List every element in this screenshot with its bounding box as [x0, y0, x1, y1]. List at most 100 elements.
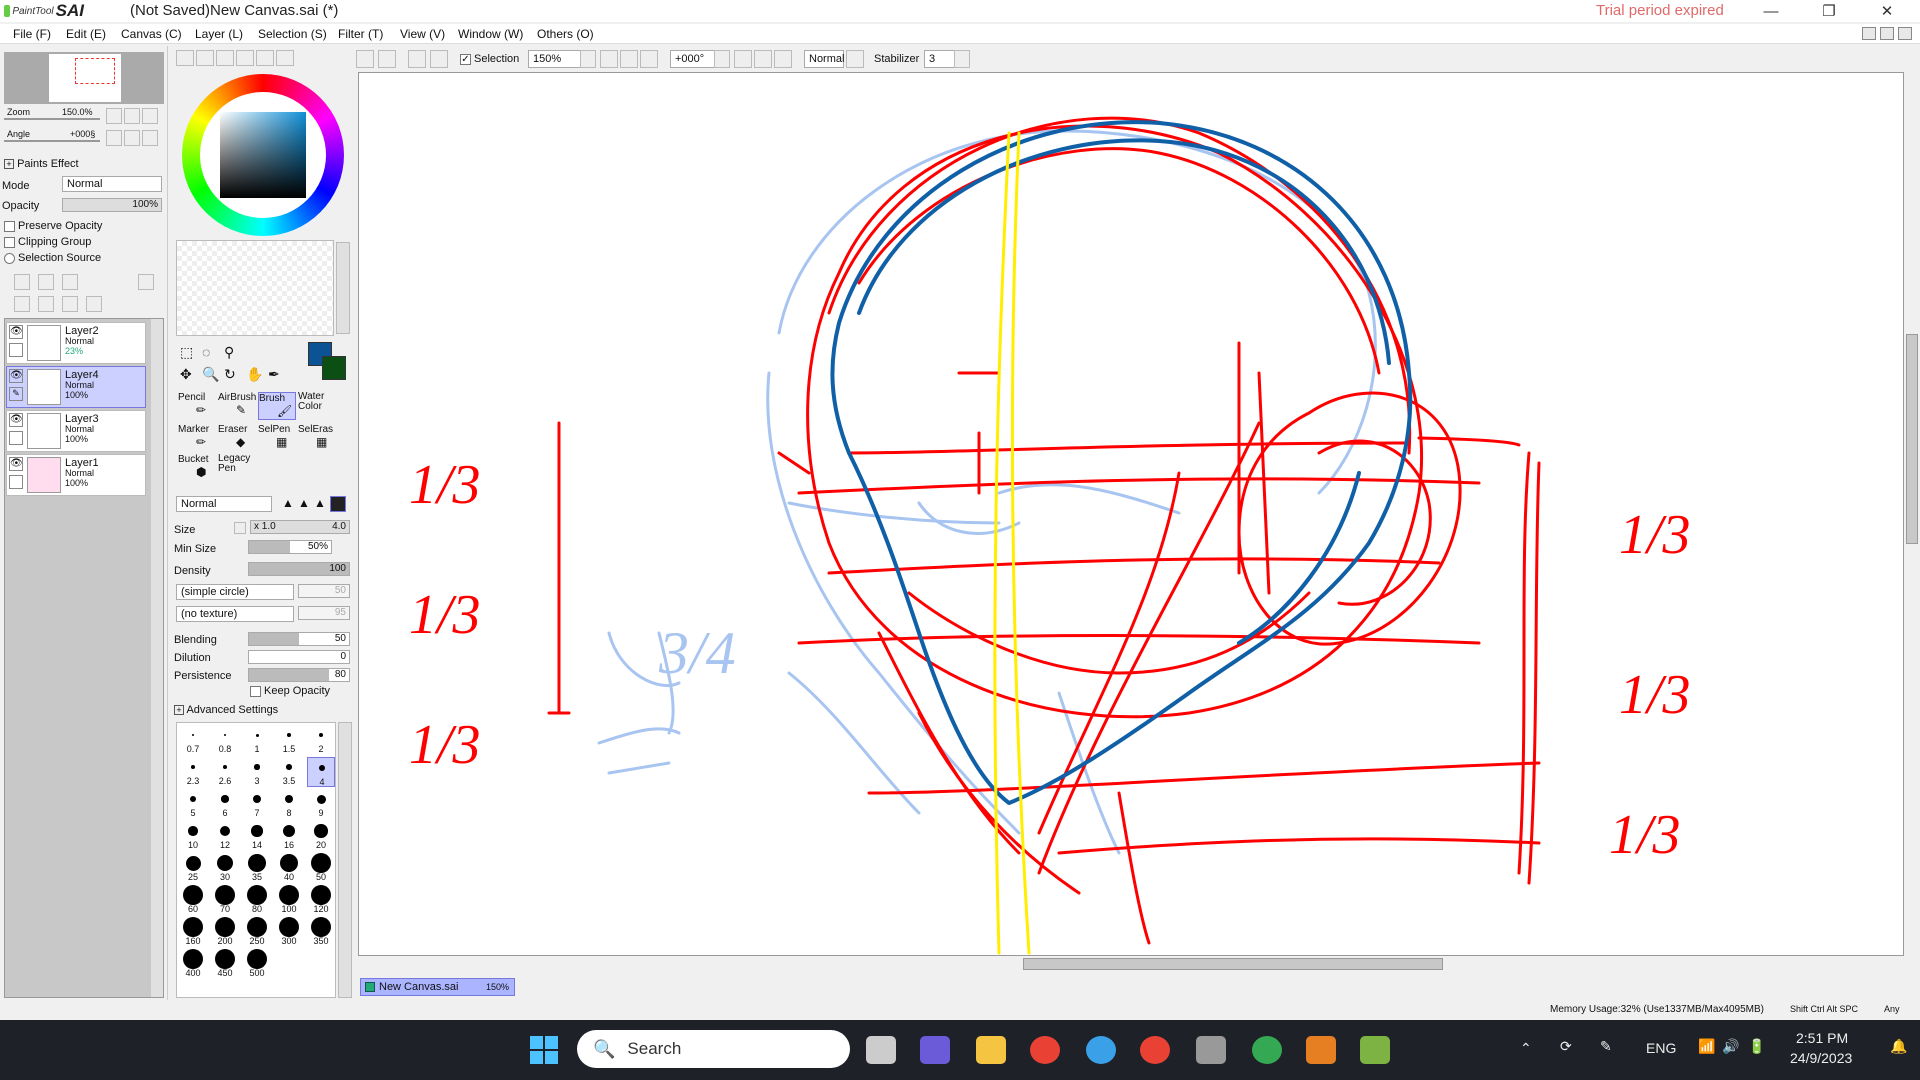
nav-rotate-left-button[interactable]	[106, 130, 122, 146]
view-mode-field[interactable]: Normal	[804, 50, 844, 68]
mixer-tab[interactable]	[236, 50, 254, 66]
menu-selection[interactable]: Selection (S)	[258, 27, 327, 41]
scratch-pad-scrollbar[interactable]	[336, 242, 350, 334]
menu-others[interactable]: Others (O)	[537, 27, 594, 41]
close-button[interactable]: ✕	[1864, 0, 1910, 22]
menu-view[interactable]: View (V)	[400, 27, 445, 41]
chrome-alt-icon[interactable]	[1252, 1036, 1282, 1064]
eye-icon[interactable]: 👁	[9, 325, 23, 339]
shape-hard-icon[interactable]: ▲	[314, 496, 326, 510]
new-layer-button[interactable]	[14, 274, 30, 290]
brush-mode-select[interactable]: Normal	[176, 496, 272, 512]
vertical-scroll-thumb[interactable]	[1906, 334, 1918, 544]
menu-file[interactable]: File (F)	[13, 27, 51, 41]
eye-icon[interactable]: 👁	[9, 369, 23, 383]
redo-button[interactable]	[378, 50, 396, 68]
canvas-vertical-scrollbar[interactable]	[1904, 72, 1920, 956]
menu-canvas[interactable]: Canvas (C)	[121, 27, 182, 41]
advanced-settings-header[interactable]: + Advanced Settings	[174, 704, 278, 716]
zoom-slider[interactable]	[4, 118, 100, 120]
brush-size-cell[interactable]: 1.5	[275, 725, 303, 755]
clock-date[interactable]: 24/9/2023	[1790, 1050, 1852, 1066]
eye-icon[interactable]: 👁	[9, 457, 23, 471]
lasso-icon[interactable]: ◌	[202, 344, 210, 360]
brush-size-cell[interactable]: 9	[307, 789, 335, 819]
brush-size-cell[interactable]: 500	[243, 949, 271, 979]
drawing-canvas[interactable]: 1/3 1/3 1/3 1/3 1/3 1/3 3/4	[358, 72, 1904, 956]
rgb-slider-tab[interactable]	[196, 50, 214, 66]
brush-size-cell[interactable]: 3.5	[275, 757, 303, 787]
rect-select-icon[interactable]: ⬚	[180, 344, 193, 361]
dilution-slider[interactable]: 0	[248, 650, 350, 664]
menu-edit[interactable]: Edit (E)	[66, 27, 106, 41]
brush-size-cell[interactable]: 70	[211, 885, 239, 915]
rotate-reset-button[interactable]	[774, 50, 792, 68]
restore-button[interactable]: ❐	[1806, 0, 1852, 22]
brush-size-cell[interactable]: 4	[307, 757, 335, 787]
layer-item-selected[interactable]: 👁 ✎ Layer4 Normal 100%	[6, 366, 146, 408]
flip-button[interactable]	[846, 50, 864, 68]
chevron-up-icon[interactable]: ⌃	[1520, 1040, 1532, 1057]
nav-zoom-reset-button[interactable]	[142, 108, 158, 124]
layer-item[interactable]: 👁 Layer1 Normal 100%	[6, 454, 146, 496]
watercolor-tool[interactable]: Water Color	[298, 392, 336, 420]
brush-size-cell[interactable]: 2.6	[211, 757, 239, 787]
seleras-tool[interactable]: SelEras ▦	[298, 424, 336, 452]
brush-size-cell[interactable]: 50	[307, 853, 335, 883]
app-tool-icon[interactable]	[1306, 1036, 1336, 1064]
invert-selection-button[interactable]	[430, 50, 448, 68]
brush-size-cell[interactable]: 100	[275, 885, 303, 915]
scratch-pad[interactable]	[176, 240, 334, 336]
keep-opacity-checkbox[interactable]	[250, 686, 261, 697]
brush-size-cell[interactable]: 300	[275, 917, 303, 947]
pen-icon[interactable]: ✎	[1600, 1038, 1612, 1055]
chrome-icon[interactable]	[1030, 1036, 1060, 1064]
size-slider[interactable]: x 1.0 4.0	[250, 520, 350, 534]
move-icon[interactable]: ✥	[180, 366, 192, 383]
scratchpad-tab[interactable]	[276, 50, 294, 66]
eye-icon[interactable]: 👁	[9, 413, 23, 427]
brush-tool[interactable]: Brush 🖌	[258, 392, 296, 420]
brush-size-cell[interactable]: 5	[179, 789, 207, 819]
mdi-restore-button[interactable]	[1880, 27, 1894, 40]
menu-window[interactable]: Window (W)	[458, 27, 523, 41]
layer-lock-icon[interactable]	[9, 431, 23, 445]
brush-size-cell[interactable]: 450	[211, 949, 239, 979]
selection-source-radio[interactable]	[4, 253, 15, 264]
eyedropper-icon[interactable]: ✒	[268, 366, 280, 383]
nav-rotate-reset-button[interactable]	[142, 130, 158, 146]
brush-size-cell[interactable]: 35	[243, 853, 271, 883]
zoom-in-button[interactable]	[620, 50, 638, 68]
app-icon[interactable]	[1086, 1036, 1116, 1064]
file-explorer-icon[interactable]	[976, 1036, 1006, 1064]
layer-list-scrollbar[interactable]	[151, 319, 163, 997]
brush-size-cell[interactable]: 30	[211, 853, 239, 883]
zoom-out-button[interactable]	[600, 50, 618, 68]
menu-filter[interactable]: Filter (T)	[338, 27, 383, 41]
battery-icon[interactable]: 🔋	[1748, 1038, 1765, 1055]
density-slider[interactable]: 100	[248, 562, 350, 576]
saturation-value-square[interactable]	[220, 112, 306, 198]
brush-texture-strength[interactable]: 95	[298, 606, 350, 620]
rotate-right-button[interactable]	[754, 50, 772, 68]
clock-time[interactable]: 2:51 PM	[1796, 1030, 1848, 1046]
task-view-icon[interactable]	[866, 1036, 896, 1064]
brush-size-cell[interactable]: 250	[243, 917, 271, 947]
new-linework-layer-button[interactable]	[38, 274, 54, 290]
paints-effect-header[interactable]: + Paints Effect	[4, 158, 79, 170]
brush-size-cell[interactable]: 8	[275, 789, 303, 819]
layer-mask-button[interactable]	[138, 274, 154, 290]
navigator[interactable]	[4, 52, 164, 104]
brush-size-cell[interactable]: 20	[307, 821, 335, 851]
swatches-tab[interactable]	[256, 50, 274, 66]
shape-soft-icon[interactable]: ▲	[282, 496, 294, 510]
layer-opacity-slider[interactable]: 100%	[62, 198, 162, 212]
eraser-tool[interactable]: Eraser ◆	[218, 424, 256, 452]
layer-mode-select[interactable]: Normal	[62, 176, 162, 192]
clear-layer-button[interactable]	[62, 296, 78, 312]
clipping-group-checkbox[interactable]	[4, 237, 15, 248]
hsv-slider-tab[interactable]	[216, 50, 234, 66]
layer-item[interactable]: 👁 Layer3 Normal 100%	[6, 410, 146, 452]
undo-button[interactable]	[356, 50, 374, 68]
secondary-color-swatch[interactable]	[322, 356, 346, 380]
